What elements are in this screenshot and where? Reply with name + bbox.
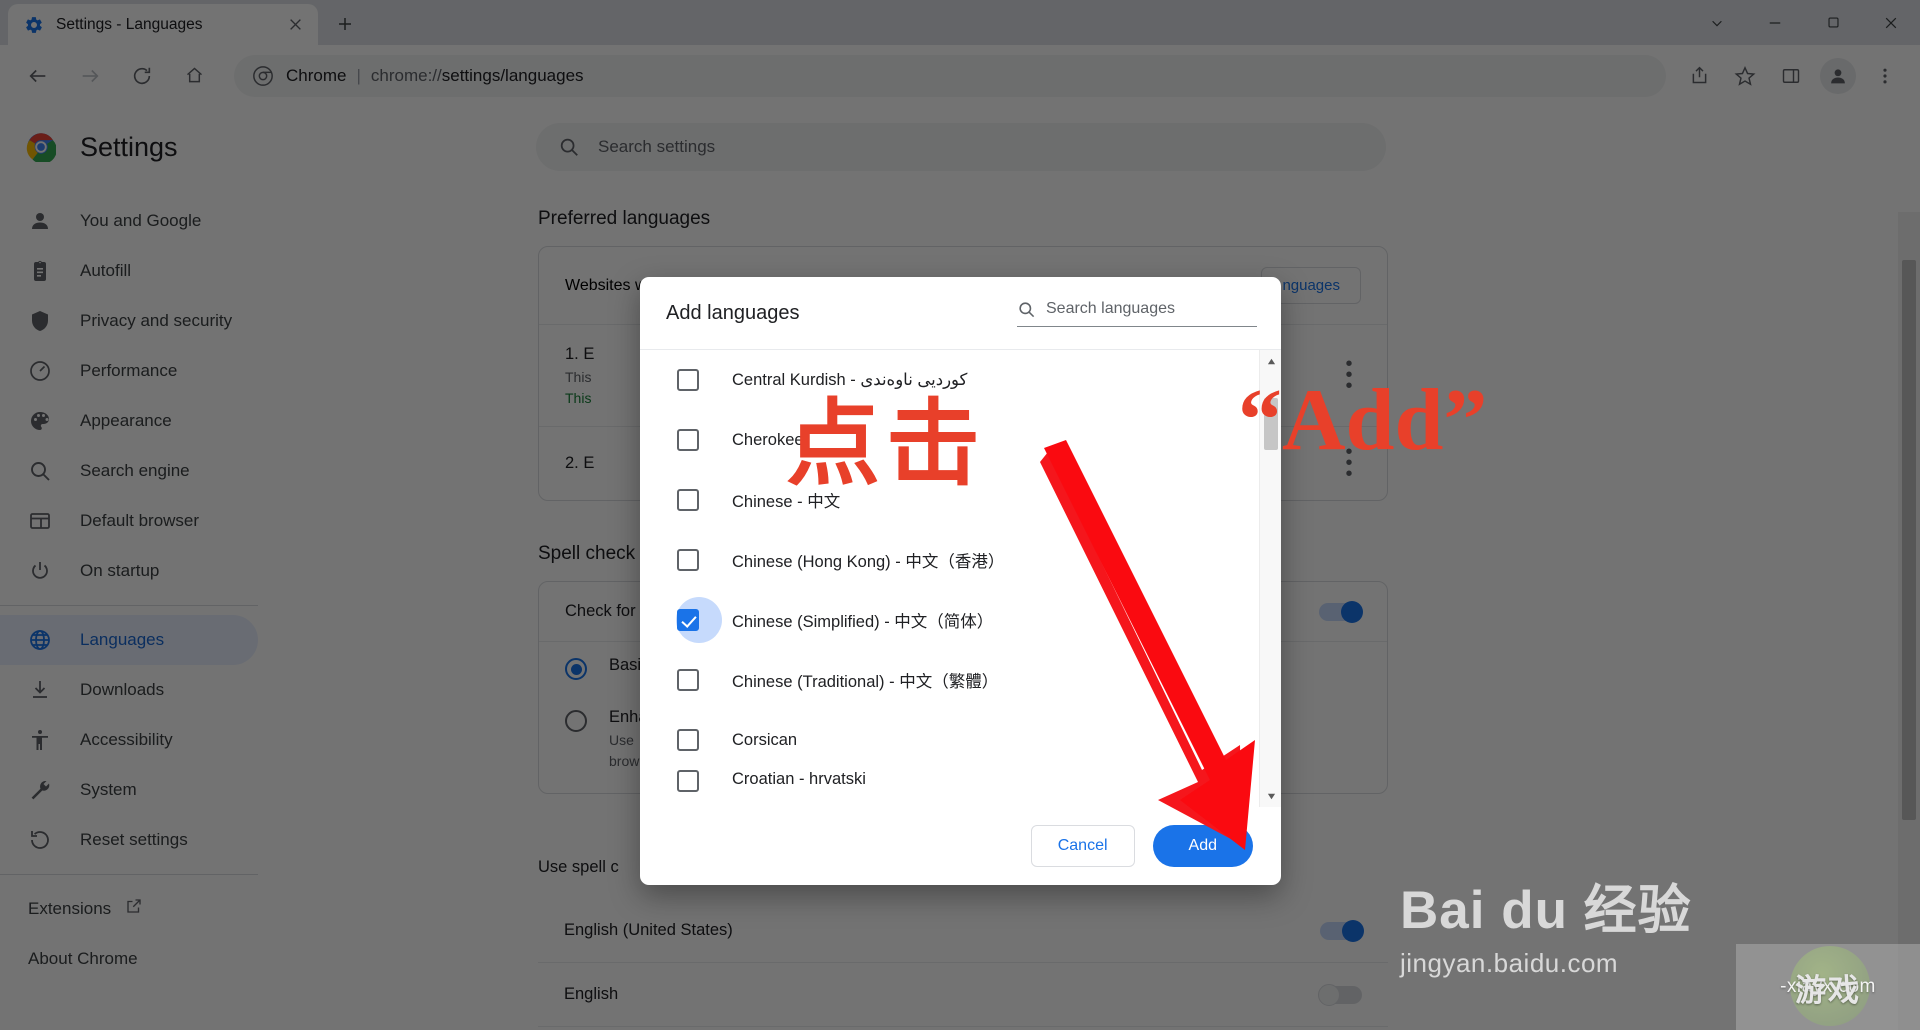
baidu-watermark-title: Bai du 经验 [1400, 881, 1692, 940]
list-item[interactable]: Croatian - hrvatski [640, 770, 1259, 798]
checkbox-wrapper[interactable] [677, 549, 710, 571]
cancel-button[interactable]: Cancel [1030, 825, 1135, 867]
language-label: Croatian - hrvatski [732, 770, 866, 788]
baidu-watermark-url: jingyan.baidu.com [1400, 948, 1619, 978]
list-item[interactable]: Chinese (Simplified) - 中文（简体） [640, 590, 1259, 650]
checkbox[interactable] [677, 770, 699, 792]
dialog-scrollbar[interactable] [1259, 350, 1281, 807]
checkbox-wrapper[interactable] [677, 669, 710, 691]
search-icon [1017, 300, 1036, 319]
language-label: Corsican [732, 730, 798, 749]
search-languages-input[interactable]: Search languages [1017, 300, 1257, 327]
language-label: Chinese (Simplified) - 中文（简体） [732, 613, 994, 631]
language-label: Chinese (Traditional) - 中文（繁體） [732, 673, 999, 691]
checkbox-wrapper[interactable] [677, 489, 710, 511]
dialog-scrollbar-thumb[interactable] [1264, 398, 1278, 450]
checkbox[interactable] [677, 369, 699, 391]
list-item[interactable]: Chinese - 中文 [640, 470, 1259, 530]
triangle-down-icon[interactable] [1260, 785, 1281, 807]
checkbox-wrapper[interactable] [677, 770, 710, 792]
list-item[interactable]: Corsican [640, 710, 1259, 770]
triangle-up-icon[interactable] [1260, 350, 1281, 372]
dialog-title: Add languages [666, 301, 800, 324]
checkbox-checked[interactable] [677, 609, 699, 631]
checkbox-wrapper[interactable] [677, 729, 710, 751]
add-button[interactable]: Add [1152, 825, 1253, 867]
checkbox[interactable] [677, 489, 699, 511]
search-languages-placeholder: Search languages [1046, 300, 1175, 317]
checkbox[interactable] [677, 729, 699, 751]
checkbox[interactable] [677, 549, 699, 571]
language-label: Chinese - 中文 [732, 493, 841, 511]
language-label: Cherokee [732, 430, 804, 449]
checkbox[interactable] [677, 669, 699, 691]
dialog-footer: Cancel Add [640, 807, 1281, 885]
dialog-header: Add languages Search languages [640, 277, 1281, 349]
add-languages-dialog: Add languages Search languages Central K… [640, 277, 1281, 885]
site-watermark-cn: 游戏 [1795, 972, 1861, 1008]
site-watermark: 游戏 -xiayx.com [1736, 944, 1920, 1030]
list-item[interactable]: Cherokee [640, 410, 1259, 470]
checkbox-wrapper[interactable] [676, 597, 722, 643]
checkbox-wrapper[interactable] [677, 369, 710, 391]
list-item[interactable]: Chinese (Hong Kong) - 中文（香港） [640, 530, 1259, 590]
language-label: Chinese (Hong Kong) - 中文（香港） [732, 553, 1005, 571]
dialog-body: Central Kurdish - کوردیی ناوەندی Cheroke… [640, 349, 1281, 807]
language-list[interactable]: Central Kurdish - کوردیی ناوەندی Cheroke… [640, 350, 1259, 807]
checkbox-wrapper[interactable] [677, 429, 710, 451]
screen: Settings - Languages [0, 0, 1920, 1030]
checkbox[interactable] [677, 429, 699, 451]
language-label: Central Kurdish - کوردیی ناوەندی [732, 371, 968, 389]
baidu-watermark: Bai du 经验 jingyan.baidu.com [1400, 868, 1692, 979]
list-item[interactable]: Chinese (Traditional) - 中文（繁體） [640, 650, 1259, 710]
list-item[interactable]: Central Kurdish - کوردیی ناوەندی [640, 350, 1259, 410]
